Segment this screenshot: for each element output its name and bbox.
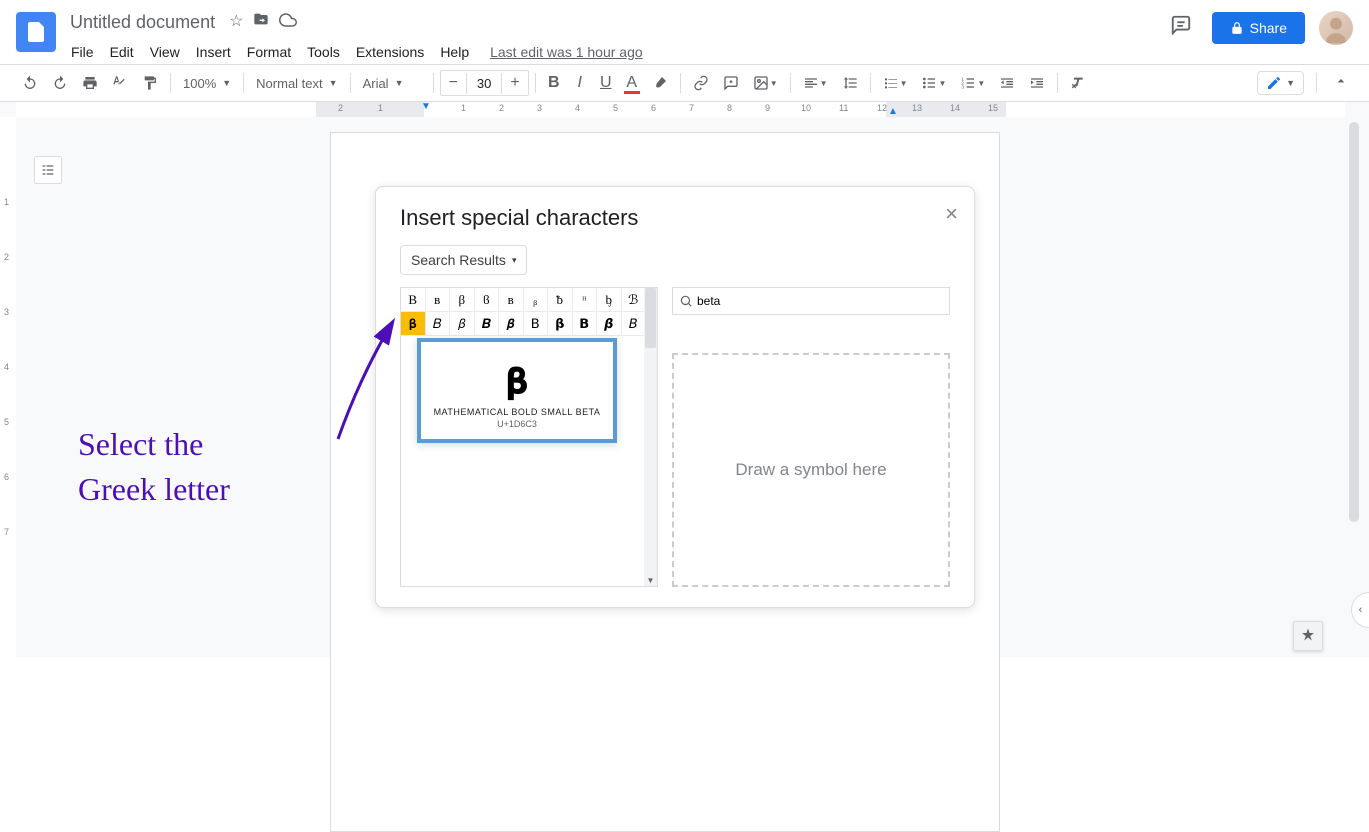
char-cell[interactable]: ᵦ xyxy=(524,288,549,312)
character-search-box xyxy=(672,287,950,315)
horizontal-ruler[interactable]: 2 1 ▼ 1 2 3 4 5 6 7 8 9 10 11 12 ▲ 13 14… xyxy=(16,102,1345,117)
cloud-status-icon[interactable] xyxy=(279,11,297,34)
char-cell[interactable]: 𝜷 xyxy=(499,312,524,336)
text-color-button[interactable]: A xyxy=(620,70,644,96)
highlight-button[interactable] xyxy=(646,70,674,96)
redo-button[interactable] xyxy=(46,70,74,96)
paint-format-button[interactable] xyxy=(136,70,164,96)
vertical-ruler[interactable]: 1 2 3 4 5 6 7 xyxy=(0,117,16,657)
checklist-button[interactable]: ▼ xyxy=(877,70,914,96)
menu-format[interactable]: Format xyxy=(240,42,298,62)
zoom-select[interactable]: 100%▼ xyxy=(177,74,237,93)
bullet-list-button[interactable]: ▼ xyxy=(915,70,952,96)
char-cell[interactable]: 𝛽 xyxy=(450,312,475,336)
line-spacing-button[interactable] xyxy=(836,70,864,96)
numbered-list-button[interactable]: 123▼ xyxy=(954,70,991,96)
font-size-value[interactable]: 30 xyxy=(466,73,502,94)
comments-icon[interactable] xyxy=(1164,8,1198,47)
char-cell[interactable]: B xyxy=(401,288,426,312)
underline-button[interactable]: U xyxy=(594,70,618,96)
align-button[interactable]: ▼ xyxy=(797,70,834,96)
document-icon xyxy=(24,20,48,44)
category-filter-button[interactable]: Search Results▾ xyxy=(400,245,527,275)
menu-insert[interactable]: Insert xyxy=(189,42,238,62)
tooltip-glyph: 𝛃 xyxy=(431,360,603,403)
draw-symbol-area[interactable]: Draw a symbol here xyxy=(672,353,950,587)
char-cell[interactable]: ᶀ xyxy=(597,288,622,312)
char-cell[interactable]: ᵬ xyxy=(548,288,573,312)
char-cell[interactable]: ϐ xyxy=(475,288,500,312)
char-cell[interactable]: в xyxy=(499,288,524,312)
char-cell[interactable]: ʙ xyxy=(426,288,451,312)
print-button[interactable] xyxy=(76,70,104,96)
menu-extensions[interactable]: Extensions xyxy=(349,42,431,62)
menu-file[interactable]: File xyxy=(64,42,101,62)
character-preview-tooltip: 𝛃 MATHEMATICAL BOLD SMALL BETA U+1D6C3 xyxy=(417,338,617,443)
font-size-increase[interactable]: + xyxy=(502,71,527,95)
svg-text:3: 3 xyxy=(962,84,965,89)
undo-button[interactable] xyxy=(16,70,44,96)
menu-help[interactable]: Help xyxy=(433,42,476,62)
tooltip-name: MATHEMATICAL BOLD SMALL BETA xyxy=(431,407,603,417)
editing-mode-button[interactable]: ▼ xyxy=(1257,71,1304,95)
char-cell[interactable]: 𝝱 xyxy=(548,312,573,336)
indent-decrease-button[interactable] xyxy=(993,70,1021,96)
char-cell[interactable]: 𝞫 xyxy=(597,312,622,336)
star-icon[interactable]: ☆ xyxy=(229,11,243,34)
last-edit-link[interactable]: Last edit was 1 hour ago xyxy=(490,44,643,60)
char-cell[interactable]: 𝑩 xyxy=(475,312,500,336)
font-size-decrease[interactable]: − xyxy=(441,71,466,95)
char-cell[interactable]: ℬ xyxy=(622,288,647,312)
char-grid-scrollbar[interactable]: ▼ xyxy=(644,288,657,586)
docs-logo[interactable] xyxy=(16,12,56,52)
menu-tools[interactable]: Tools xyxy=(300,42,347,62)
font-select[interactable]: Arial▼ xyxy=(357,74,427,93)
hide-menus-button[interactable] xyxy=(1329,69,1353,98)
lock-icon xyxy=(1230,21,1244,35)
link-button[interactable] xyxy=(687,70,715,96)
font-size-control: − 30 + xyxy=(440,70,529,96)
share-label: Share xyxy=(1250,20,1287,36)
vertical-scrollbar[interactable] xyxy=(1349,122,1359,647)
workspace: 2 1 ▼ 1 2 3 4 5 6 7 8 9 10 11 12 ▲ 13 14… xyxy=(0,102,1369,657)
draw-placeholder: Draw a symbol here xyxy=(735,460,886,480)
tooltip-code: U+1D6C3 xyxy=(431,419,603,429)
spellcheck-button[interactable] xyxy=(106,70,134,96)
char-cell[interactable]: 𝘉 xyxy=(622,312,647,336)
character-grid-panel: B ʙ β ϐ в ᵦ ᵬ ᵸ ᶀ ℬ 𝛃 𝐵 𝛽 𝑩 𝜷 𝖡 𝝱 xyxy=(400,287,658,587)
user-avatar[interactable] xyxy=(1319,11,1353,45)
char-cell-selected[interactable]: 𝛃 xyxy=(401,312,426,336)
bold-button[interactable]: B xyxy=(542,70,566,96)
italic-button[interactable]: I xyxy=(568,70,592,96)
menu-edit[interactable]: Edit xyxy=(103,42,141,62)
toolbar: 100%▼ Normal text▼ Arial▼ − 30 + B I U A… xyxy=(0,64,1369,102)
menu-bar: File Edit View Insert Format Tools Exten… xyxy=(64,38,1164,66)
char-cell[interactable]: β xyxy=(450,288,475,312)
char-cell[interactable]: 𝗕 xyxy=(573,312,598,336)
clear-format-button[interactable] xyxy=(1064,70,1092,96)
special-characters-dialog: Insert special characters × Search Resul… xyxy=(375,186,975,608)
indent-increase-button[interactable] xyxy=(1023,70,1051,96)
move-icon[interactable] xyxy=(253,11,269,34)
character-search-input[interactable] xyxy=(697,294,943,308)
tutorial-annotation: Select the Greek letter xyxy=(78,422,230,512)
char-cell[interactable]: ᵸ xyxy=(573,288,598,312)
dialog-close-button[interactable]: × xyxy=(945,201,958,227)
title-area: Untitled document ☆ File Edit View Inser… xyxy=(64,8,1164,66)
outline-toggle-button[interactable] xyxy=(34,156,62,184)
header: Untitled document ☆ File Edit View Inser… xyxy=(0,0,1369,64)
image-button[interactable]: ▼ xyxy=(747,70,784,96)
menu-view[interactable]: View xyxy=(143,42,187,62)
search-icon xyxy=(679,294,693,308)
comment-button[interactable] xyxy=(717,70,745,96)
share-button[interactable]: Share xyxy=(1212,12,1305,44)
explore-button[interactable] xyxy=(1293,621,1323,651)
char-cell[interactable]: 𝖡 xyxy=(524,312,549,336)
style-select[interactable]: Normal text▼ xyxy=(250,74,343,93)
dialog-title: Insert special characters xyxy=(400,205,950,231)
document-title[interactable]: Untitled document xyxy=(64,12,221,33)
char-cell[interactable]: 𝐵 xyxy=(426,312,451,336)
